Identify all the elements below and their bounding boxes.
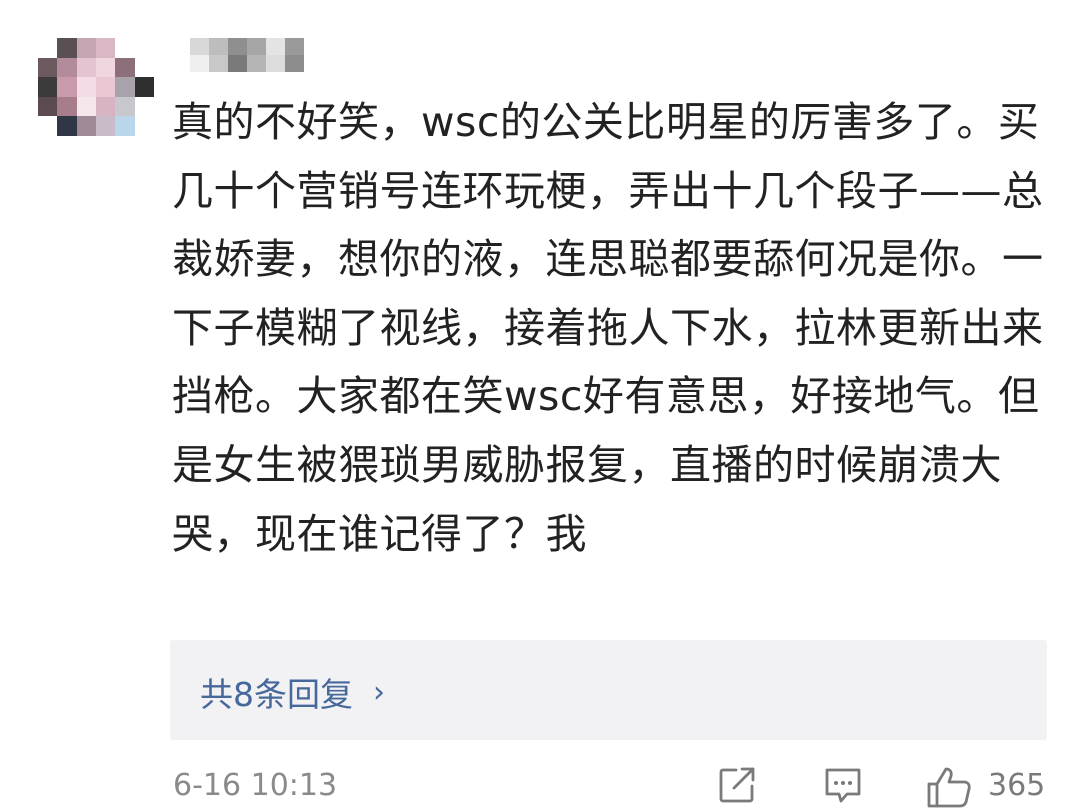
timestamp: 6-16 10:13 xyxy=(173,768,338,803)
replies-panel: 共8条回复 › xyxy=(170,640,1047,740)
like-count: 365 xyxy=(988,768,1046,803)
comment-footer: 6-16 10:13 365 xyxy=(0,760,1079,810)
chevron-right-icon: › xyxy=(373,674,385,710)
view-replies-link[interactable]: 共8条回复 › xyxy=(200,668,385,716)
comment-icon[interactable] xyxy=(823,766,863,810)
share-icon[interactable] xyxy=(718,766,758,808)
avatar[interactable] xyxy=(38,38,154,136)
like-icon[interactable] xyxy=(926,766,972,812)
comment-text: 真的不好笑，wsc的公关比明星的厉害多了。买几十个营销号连环玩梗，弄出十几个段子… xyxy=(172,98,1044,558)
username-blurred[interactable] xyxy=(190,38,304,72)
replies-count-label: 共8条回复 xyxy=(200,675,353,714)
